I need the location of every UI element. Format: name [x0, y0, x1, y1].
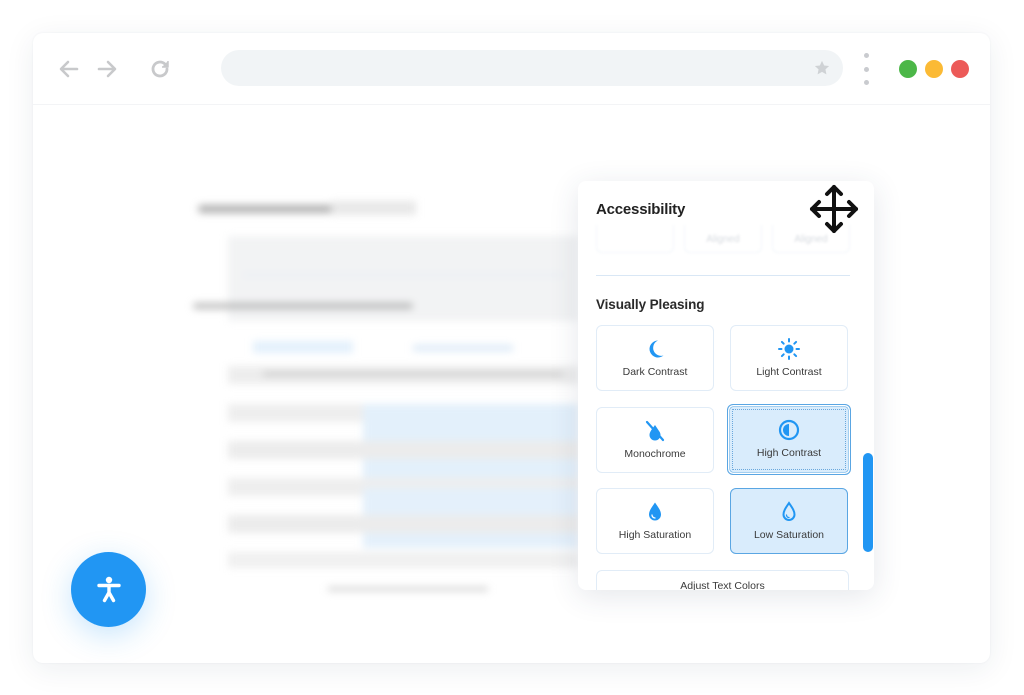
tile-label: Dark Contrast	[622, 366, 688, 378]
moon-icon	[649, 340, 664, 358]
tile-label: Monochrome	[624, 448, 686, 460]
tile-label: Light Contrast	[756, 366, 822, 378]
drop-outline-icon	[782, 501, 796, 521]
faded-option[interactable]: Aligned	[684, 225, 762, 253]
tile-low-saturation[interactable]: Low Saturation	[730, 488, 848, 554]
tile-label: Adjust Text Colors	[680, 580, 765, 590]
faded-option[interactable]	[596, 225, 674, 253]
tile-label: Low Saturation	[753, 529, 825, 541]
section-title: Visually Pleasing	[596, 297, 705, 312]
adjust-text-colors-tile[interactable]: Adjust Text Colors	[596, 570, 849, 590]
panel-scrollbar[interactable]	[863, 453, 873, 552]
tile-monochrome[interactable]: Monochrome	[596, 407, 714, 473]
tile-light-contrast[interactable]: Light Contrast	[730, 325, 848, 391]
tile-dark-contrast[interactable]: Dark Contrast	[596, 325, 714, 391]
move-arrows-icon[interactable]	[806, 181, 862, 237]
accessibility-button[interactable]	[71, 552, 146, 627]
panel-title: Accessibility	[596, 201, 686, 218]
accessibility-person-icon	[96, 576, 121, 602]
drop-filled-icon	[649, 502, 661, 521]
divider	[596, 275, 850, 276]
sun-icon	[778, 338, 800, 360]
tile-label: High Contrast	[756, 447, 822, 459]
tile-high-contrast[interactable]: High Contrast	[727, 404, 851, 475]
tile-label: High Saturation	[618, 529, 692, 541]
no-color-drop-icon	[645, 420, 665, 442]
contrast-icon	[778, 419, 800, 441]
tile-high-saturation[interactable]: High Saturation	[596, 488, 714, 554]
accessibility-panel: Accessibility Aligned Aligned Visually P…	[578, 181, 874, 590]
